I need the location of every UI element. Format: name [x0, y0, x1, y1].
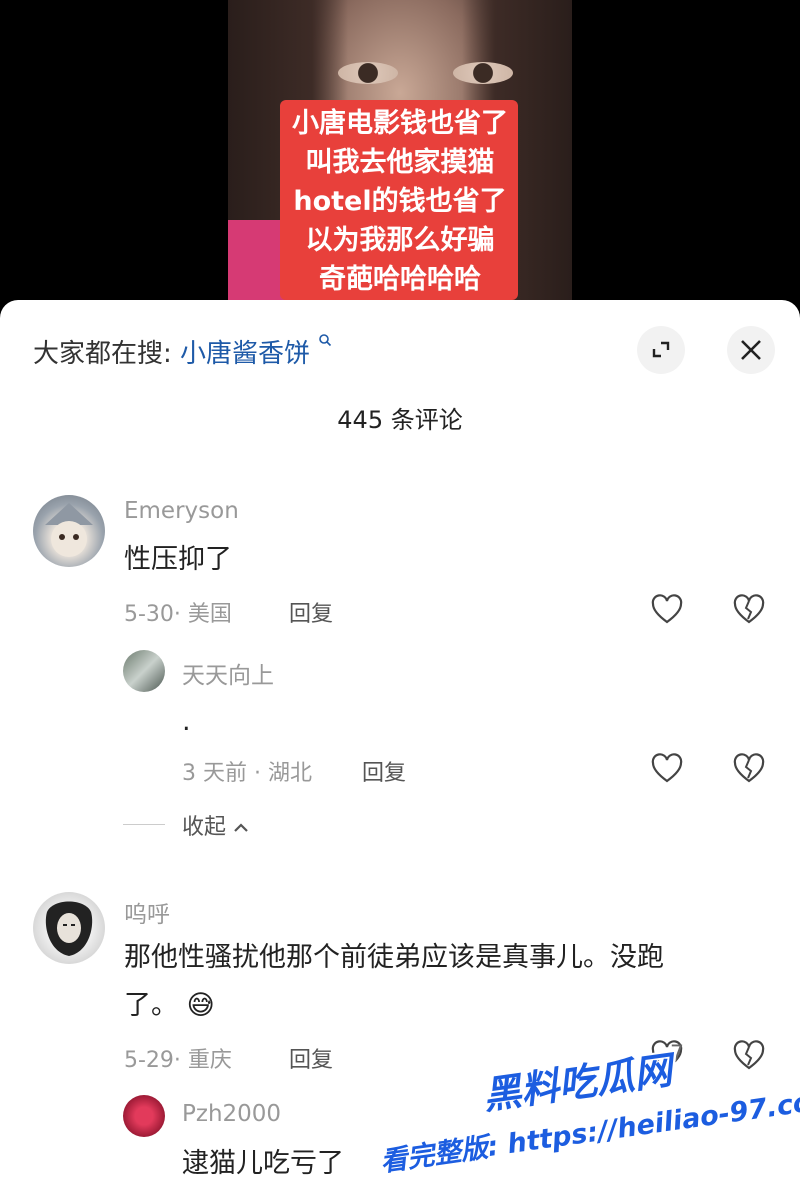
close-button[interactable]: [727, 326, 775, 374]
avatar[interactable]: [33, 495, 105, 567]
comment-username[interactable]: 呜呼: [124, 895, 170, 929]
trending-search-keyword[interactable]: 小唐酱香饼: [180, 339, 310, 369]
reply-username[interactable]: 天天向上: [182, 656, 274, 690]
reply-avatar[interactable]: [123, 650, 165, 692]
dislike-broken-heart-icon[interactable]: [732, 752, 766, 786]
avatar-cat-shark-icon: [45, 503, 93, 557]
avatar-ink-portrait-icon: [45, 901, 93, 956]
reply-reply-button[interactable]: 回复: [362, 755, 406, 787]
trending-search-prefix: 大家都在搜:: [33, 339, 172, 369]
comment-meta: 5-30· 美国: [124, 602, 232, 627]
comment-text-line1: 那他性骚扰他那个前徒弟应该是真事儿。没跑: [124, 942, 664, 973]
caption-line-1: 小唐电影钱也省了: [292, 108, 508, 139]
dislike-broken-heart-icon[interactable]: [732, 593, 766, 627]
reply-avatar[interactable]: [123, 1095, 165, 1137]
caption-line-4: 以为我那么好骗: [305, 225, 495, 256]
search-icon: [319, 334, 332, 347]
comment-text: 性压抑了: [124, 544, 232, 575]
avatar[interactable]: [33, 892, 105, 964]
caption-line-5: 奇葩哈哈哈哈: [319, 264, 481, 295]
close-icon: [741, 340, 761, 360]
comment-text-line2-text: 了。: [124, 990, 178, 1021]
collapse-divider: [123, 824, 165, 825]
emoji-sweat-smile-icon: 😅: [186, 990, 215, 1021]
comment-meta: 5-29· 重庆: [124, 1048, 232, 1073]
reply-button[interactable]: 回复: [289, 596, 333, 628]
collapse-label: 收起: [182, 815, 227, 840]
expand-icon: [652, 341, 670, 358]
video-eye-right: [453, 62, 513, 84]
like-heart-icon[interactable]: [650, 593, 684, 627]
trending-search[interactable]: 大家都在搜: 小唐酱香饼: [33, 333, 332, 370]
reply-text: 逮猫儿吃亏了: [182, 1148, 344, 1179]
expand-button[interactable]: [637, 326, 685, 374]
caption-line-2: 叫我去他家摸猫: [305, 147, 495, 178]
dislike-broken-heart-icon[interactable]: [732, 1039, 766, 1073]
comment-username[interactable]: Emeryson: [124, 498, 239, 524]
comment-text-line2: 了。 😅: [124, 984, 215, 1028]
video-eye-left: [338, 62, 398, 84]
like-count: 7: [670, 1042, 684, 1067]
reply-button[interactable]: 回复: [289, 1042, 333, 1074]
collapse-replies-button[interactable]: 收起: [182, 809, 249, 841]
chevron-up-icon: [234, 823, 248, 832]
reply-meta: 3 天前 · 湖北: [182, 761, 312, 786]
reply-username[interactable]: Pzh2000: [182, 1101, 281, 1127]
comment-count: 445 条评论: [337, 406, 463, 434]
reply-text: .: [182, 706, 191, 737]
caption-line-3: hotel的钱也省了: [293, 186, 507, 217]
video-area[interactable]: 小唐电影钱也省了 叫我去他家摸猫 hotel的钱也省了 以为我那么好骗 奇葩哈哈…: [0, 0, 800, 310]
like-heart-icon[interactable]: [650, 752, 684, 786]
